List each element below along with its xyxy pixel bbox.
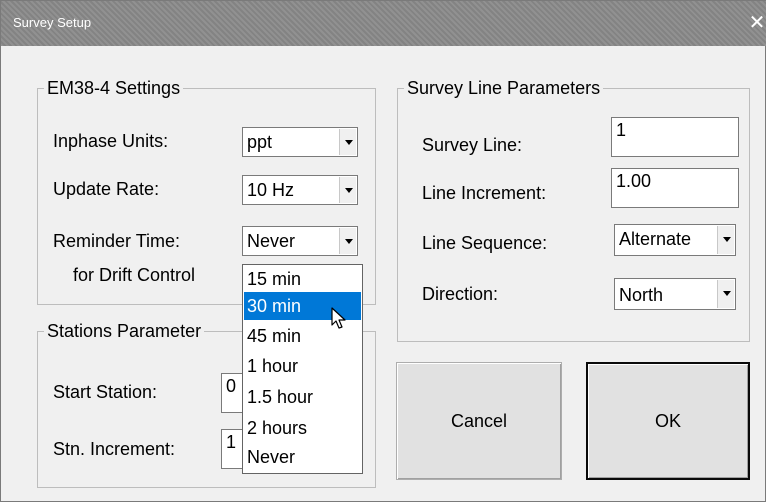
reminder-time-label: Reminder Time: <box>53 231 181 251</box>
dropdown-option[interactable]: 15 min <box>244 265 361 293</box>
survey-line-label: Survey Line: <box>422 135 523 155</box>
station-increment-value: 1 <box>226 432 237 452</box>
chevron-down-icon[interactable] <box>339 129 356 155</box>
update-rate-label: Update Rate: <box>53 179 160 199</box>
dropdown-option[interactable]: 1 hour <box>244 352 361 380</box>
update-rate-value: 10 Hz <box>247 180 295 200</box>
reminder-time-dropdown-list[interactable]: 15 min 30 min 45 min 1 hour 1.5 hour 2 h… <box>242 264 363 474</box>
chevron-down-icon[interactable] <box>339 177 356 203</box>
survey-line-value: 1 <box>616 120 627 140</box>
survey-line-parameters-legend: Survey Line Parameters <box>407 78 601 98</box>
em38-settings-legend: EM38-4 Settings <box>47 78 181 98</box>
station-increment-label: Stn. Increment: <box>53 439 176 459</box>
start-station-value: 0 <box>226 376 237 396</box>
chevron-down-icon[interactable] <box>339 228 356 254</box>
mouse-cursor-icon <box>331 307 346 329</box>
stations-parameter-legend: Stations Parameter <box>47 321 202 341</box>
dropdown-option[interactable]: 1.5 hour <box>244 383 361 411</box>
inphase-units-select[interactable]: ppt <box>242 127 358 157</box>
ok-button[interactable]: OK <box>586 362 750 480</box>
survey-setup-dialog: Survey Setup ✕ EM38-4 Settings Inphase U… <box>0 0 766 502</box>
inphase-units-value: ppt <box>247 132 273 152</box>
title-bar[interactable]: Survey Setup ✕ <box>1 1 766 46</box>
line-sequence-value: Alternate <box>619 229 692 249</box>
line-sequence-select[interactable]: Alternate <box>614 224 736 256</box>
dropdown-option[interactable]: Never <box>244 443 361 471</box>
line-sequence-label: Line Sequence: <box>422 233 548 253</box>
drift-control-label: for Drift Control <box>73 265 196 285</box>
line-increment-label: Line Increment: <box>422 183 547 203</box>
survey-line-field[interactable]: 1 <box>611 117 739 157</box>
window-title: Survey Setup <box>13 15 92 30</box>
direction-value: North <box>619 285 664 305</box>
dialog-client-area: EM38-4 Settings Inphase Units: ppt Updat… <box>9 46 759 493</box>
chevron-down-icon[interactable] <box>717 226 734 254</box>
line-increment-field[interactable]: 1.00 <box>611 168 739 208</box>
start-station-label: Start Station: <box>53 382 158 402</box>
close-icon[interactable]: ✕ <box>747 9 766 37</box>
dropdown-option[interactable]: 2 hours <box>244 414 361 442</box>
reminder-time-select[interactable]: Never <box>242 226 358 256</box>
inphase-units-label: Inphase Units: <box>53 131 169 151</box>
line-increment-value: 1.00 <box>616 171 652 191</box>
update-rate-select[interactable]: 10 Hz <box>242 175 358 205</box>
direction-select[interactable]: North <box>614 278 736 310</box>
cancel-button[interactable]: Cancel <box>396 362 562 480</box>
direction-label: Direction: <box>422 284 499 304</box>
chevron-down-icon[interactable] <box>717 280 734 308</box>
reminder-time-value: Never <box>247 231 296 251</box>
